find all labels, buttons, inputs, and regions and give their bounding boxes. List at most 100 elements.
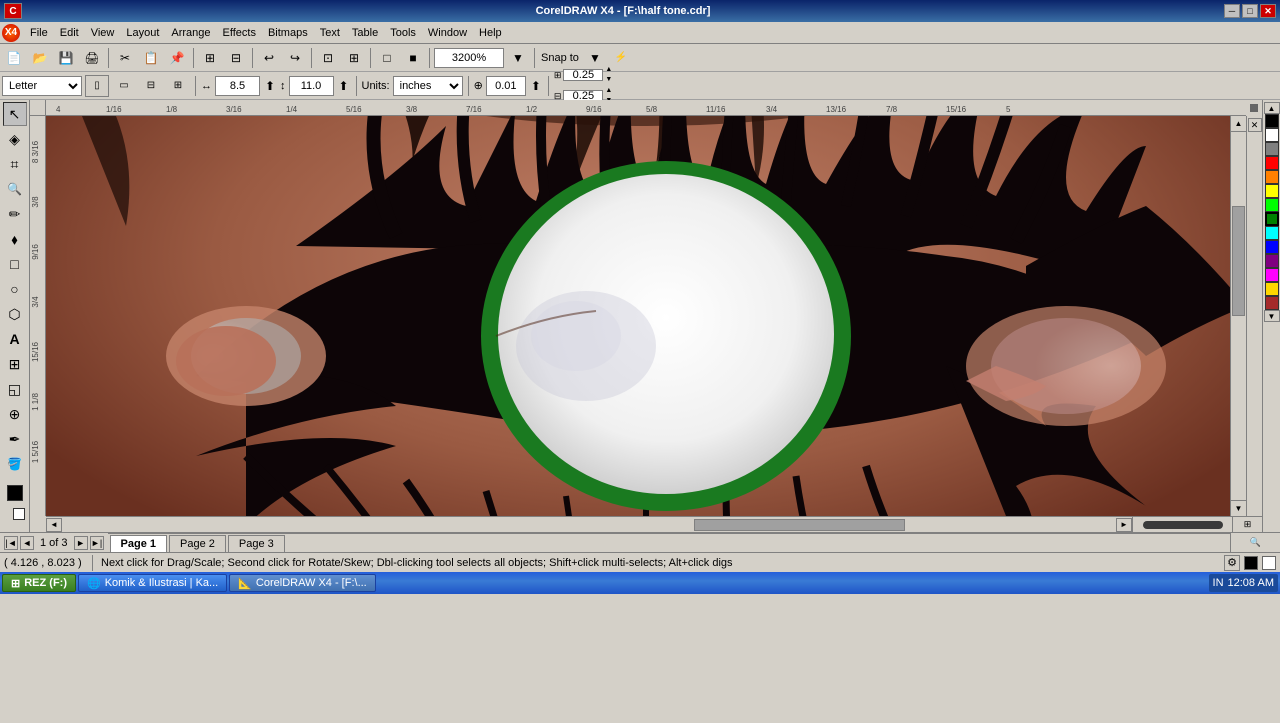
zoom-dropdown[interactable]: ▼ <box>506 47 530 69</box>
align-button[interactable]: ⊟ <box>224 47 248 69</box>
color-magenta[interactable] <box>1265 268 1279 282</box>
scroll-down-button[interactable]: ▼ <box>1231 500 1246 516</box>
fill-button[interactable]: ■ <box>401 47 425 69</box>
smart-fill-tool[interactable]: ⬧ <box>3 227 27 251</box>
hscroll-track[interactable] <box>62 518 1116 532</box>
start-button[interactable]: ⊞ REZ (F:) <box>2 574 76 592</box>
menu-tools[interactable]: Tools <box>384 22 422 43</box>
save-button[interactable]: 💾 <box>54 47 78 69</box>
scroll-left-button[interactable]: ◄ <box>46 518 62 532</box>
zoom-level-display[interactable]: 🔍 <box>1230 533 1280 553</box>
color-orange[interactable] <box>1265 170 1279 184</box>
fill-tool[interactable]: 🪣 <box>3 452 27 476</box>
ungroup-button[interactable]: ⊞ <box>342 47 366 69</box>
color-black[interactable] <box>1265 114 1279 128</box>
menu-effects[interactable]: Effects <box>217 22 262 43</box>
menu-file[interactable]: File <box>24 22 54 43</box>
color-yellow[interactable] <box>1265 184 1279 198</box>
color-white[interactable] <box>3 506 27 530</box>
nudge-input[interactable]: 0.01 <box>486 76 526 96</box>
page-tab-1[interactable]: Page 1 <box>110 535 167 553</box>
snap-options[interactable]: ⚡ <box>609 47 633 69</box>
print-button[interactable]: 🖨 <box>80 47 104 69</box>
minimize-button[interactable]: ─ <box>1224 4 1240 18</box>
copy-button[interactable]: 📋 <box>139 47 163 69</box>
group-button[interactable]: ⊡ <box>316 47 340 69</box>
color-blue[interactable] <box>1265 240 1279 254</box>
paste-button[interactable]: 📌 <box>165 47 189 69</box>
page-size-select[interactable]: Letter <box>2 76 82 96</box>
zoom-fit-button[interactable]: ⊞ <box>1232 517 1262 533</box>
prev-page-button[interactable]: ◄ <box>20 536 34 550</box>
hscrollbar[interactable]: ◄ ► ⊞ <box>46 516 1262 532</box>
eyedropper-tool[interactable]: ⊕ <box>3 402 27 426</box>
text-tool[interactable]: A <box>3 327 27 351</box>
vscroll-thumb[interactable] <box>1232 206 1245 316</box>
taskbar-coreldraw[interactable]: 📐 CorelDRAW X4 - [F:\... <box>229 574 376 592</box>
interactive-fill-tool[interactable]: ◱ <box>3 377 27 401</box>
taskbar-komik[interactable]: 🌐 Komik & Ilustrasi | Ka... <box>78 574 227 592</box>
last-page-button[interactable]: ►| <box>90 536 104 550</box>
rectangle-tool[interactable]: □ <box>3 252 27 276</box>
first-page-button[interactable]: |◄ <box>4 536 18 550</box>
height-input[interactable]: 11.0 <box>289 76 334 96</box>
palette-scroll-down[interactable]: ▼ <box>1264 310 1280 322</box>
nudge-spin[interactable]: ⬆ <box>529 75 543 97</box>
height-spin[interactable]: ⬆ <box>337 75 351 97</box>
vscrollbar[interactable]: ▲ ▼ <box>1230 116 1246 516</box>
offset-x-input[interactable]: 0.25 <box>563 69 603 81</box>
crop-tool[interactable]: ⌗ <box>3 152 27 176</box>
color-brown[interactable] <box>1265 296 1279 310</box>
zoom-tool[interactable]: 🔍 <box>3 177 27 201</box>
ellipse-tool[interactable]: ○ <box>3 277 27 301</box>
redo-button[interactable]: ↪ <box>283 47 307 69</box>
page-tab-2[interactable]: Page 2 <box>169 535 226 553</box>
color-green[interactable] <box>1265 212 1279 226</box>
bleed-button[interactable]: ⊞ <box>166 75 190 97</box>
menu-window[interactable]: Window <box>422 22 473 43</box>
zoom-input[interactable]: 3200% <box>434 48 504 68</box>
cut-button[interactable]: ✂ <box>113 47 137 69</box>
width-input[interactable]: 8.5 <box>215 76 260 96</box>
table-tool[interactable]: ⊞ <box>3 352 27 376</box>
outline-button[interactable]: □ <box>375 47 399 69</box>
scroll-right-button[interactable]: ► <box>1116 518 1132 532</box>
units-select[interactable]: inches <box>393 76 463 96</box>
color-gold[interactable] <box>1265 282 1279 296</box>
color-lime[interactable] <box>1265 198 1279 212</box>
shape-tool[interactable]: ◈ <box>3 127 27 151</box>
color-gray[interactable] <box>1265 142 1279 156</box>
polygon-tool[interactable]: ⬡ <box>3 302 27 326</box>
selector-tool[interactable]: ↖ <box>3 102 27 126</box>
freehand-tool[interactable]: ✏ <box>3 202 27 226</box>
scroll-up-button[interactable]: ▲ <box>1231 116 1246 132</box>
maximize-button[interactable]: □ <box>1242 4 1258 18</box>
menu-help[interactable]: Help <box>473 22 508 43</box>
panel-close-button[interactable]: ✕ <box>1248 118 1262 132</box>
color-purple[interactable] <box>1265 254 1279 268</box>
menu-layout[interactable]: Layout <box>120 22 165 43</box>
menu-view[interactable]: View <box>85 22 121 43</box>
landscape-button[interactable]: ▭ <box>112 75 136 97</box>
palette-scroll-up[interactable]: ▲ <box>1264 102 1280 114</box>
next-page-button[interactable]: ► <box>74 536 88 550</box>
page-tab-3[interactable]: Page 3 <box>228 535 285 553</box>
menu-table[interactable]: Table <box>346 22 384 43</box>
menu-arrange[interactable]: Arrange <box>165 22 216 43</box>
new-button[interactable]: 📄 <box>2 47 26 69</box>
menu-bitmaps[interactable]: Bitmaps <box>262 22 314 43</box>
outline-tool[interactable]: ✒ <box>3 427 27 451</box>
canvas-scroll-area[interactable]: ▲ ▼ <box>46 116 1246 516</box>
color-red[interactable] <box>1265 156 1279 170</box>
portrait-button[interactable]: ▯ <box>85 75 109 97</box>
menu-text[interactable]: Text <box>314 22 346 43</box>
open-button[interactable]: 📂 <box>28 47 52 69</box>
color-black[interactable] <box>3 481 27 505</box>
undo-button[interactable]: ↩ <box>257 47 281 69</box>
hscroll-thumb[interactable] <box>694 519 905 531</box>
color-white[interactable] <box>1265 128 1279 142</box>
width-spin[interactable]: ⬆ <box>263 75 277 97</box>
vscroll-track[interactable] <box>1231 132 1246 500</box>
transform-button[interactable]: ⊞ <box>198 47 222 69</box>
menu-edit[interactable]: Edit <box>54 22 85 43</box>
